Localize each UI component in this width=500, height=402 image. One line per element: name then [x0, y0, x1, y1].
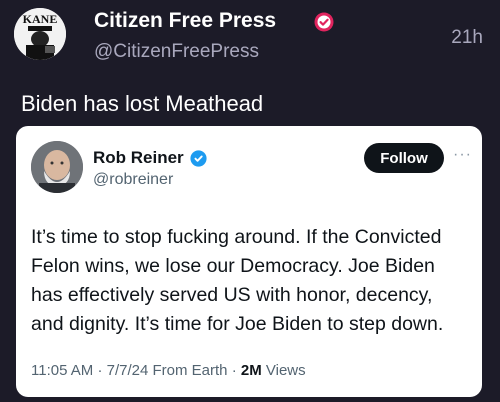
separator-dot: ·: [231, 362, 237, 379]
post-time[interactable]: 11:05 AM: [31, 362, 93, 379]
author-display-name[interactable]: Citizen Free Press: [94, 9, 276, 33]
views-label: Views: [265, 362, 306, 379]
follow-button[interactable]: Follow: [364, 143, 444, 173]
quoted-post-line: It’s time to stop fucking around. If the…: [31, 226, 442, 248]
quoted-author-display-name[interactable]: Rob Reiner: [93, 148, 184, 168]
separator-dot: ·: [97, 362, 103, 379]
post-age[interactable]: 21h: [451, 27, 483, 49]
quoted-post-card[interactable]: Rob Reiner @robreiner Follow ··· It’s ti…: [16, 126, 482, 397]
post-text: Biden has lost Meathead: [21, 91, 264, 116]
quoted-post-line: Felon wins, we lose our Democracy. Joe B…: [31, 255, 435, 277]
verified-badge-icon: [190, 150, 207, 167]
rob-reiner-avatar[interactable]: [31, 141, 83, 193]
quoted-post-text: It’s time to stop fucking around. If the…: [31, 223, 481, 339]
post-date[interactable]: 7/7/24: [107, 362, 149, 379]
views-count[interactable]: 2M: [241, 362, 262, 379]
quoted-post-line: and dignity. It’s time for Joe Biden to …: [31, 313, 444, 335]
quoted-author-handle[interactable]: @robreiner: [93, 171, 173, 189]
verified-badge-icon: [314, 12, 334, 32]
quoted-post-meta: 11:05 AM · 7/7/24 From Earth · 2M Views: [31, 362, 306, 379]
citizen-free-press-avatar[interactable]: KANE: [14, 8, 66, 60]
post-source: From Earth: [152, 362, 228, 379]
more-options-icon[interactable]: ···: [453, 146, 472, 164]
quoted-post-line: has effectively served US with honor, de…: [31, 284, 433, 306]
avatar-logo-text: KANE: [23, 12, 58, 26]
author-handle[interactable]: @CitizenFreePress: [94, 41, 259, 63]
